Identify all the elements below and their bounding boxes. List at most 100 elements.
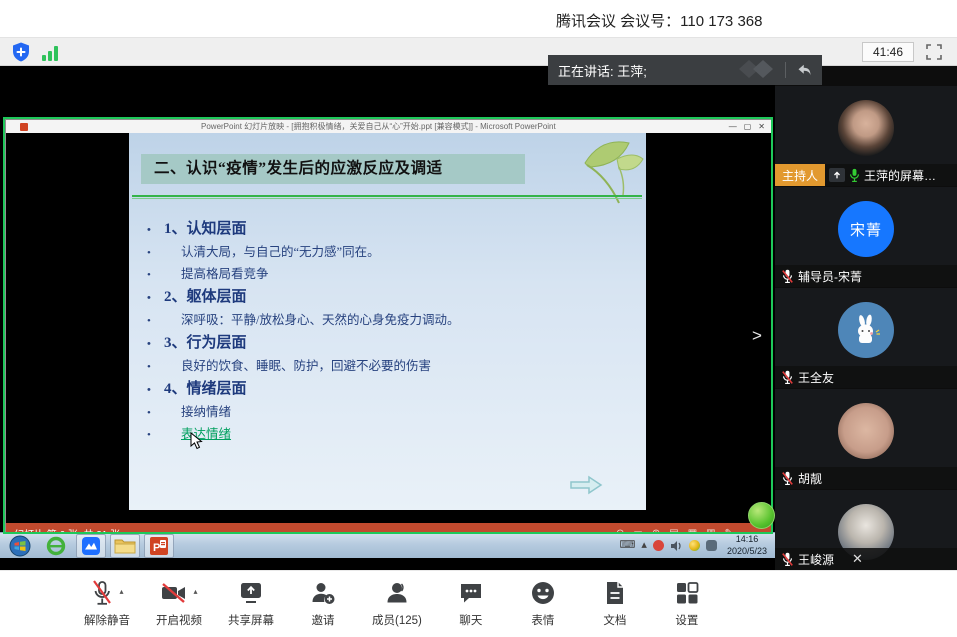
camera-muted-icon <box>160 579 188 607</box>
next-arrow-shape <box>569 475 603 500</box>
meeting-taskbar-icon[interactable] <box>76 534 106 558</box>
mic-muted-icon <box>90 579 114 607</box>
smiley-icon <box>529 579 557 607</box>
chat-button[interactable]: 聊天 <box>448 579 494 628</box>
slide-bullet: 4、情绪层面 <box>147 377 627 401</box>
settings-button[interactable]: 设置 <box>664 579 710 628</box>
participant-tile[interactable]: 宋菁 辅导员-宋菁 <box>775 187 957 287</box>
meeting-title-bar: 腾讯会议 会议号：110 173 368 <box>0 0 957 38</box>
toast-divider <box>785 62 786 78</box>
ppt-window-controls: — ▢ ✕ <box>729 122 765 131</box>
tencent-meeting-window: 腾讯会议 会议号：110 173 368 41:46 正在讲话: 王萍; Pow… <box>0 0 957 637</box>
participant-label-bar: 胡靓 <box>775 467 957 489</box>
ppt-window-title: PowerPoint 幻灯片放映 - [拥抱积极情绪，关爱自己从“心”开始.pp… <box>28 121 729 132</box>
participant-label-bar: 主持人 王萍的屏幕… <box>775 164 957 186</box>
title-underline-light <box>132 198 642 199</box>
meeting-id-title: 腾讯会议 会议号：110 173 368 <box>556 10 762 31</box>
share-screen-button[interactable]: 共享屏幕 <box>228 579 274 628</box>
browser-taskbar-icon[interactable] <box>40 534 72 558</box>
participant-name: 辅导员-宋菁 <box>798 268 862 285</box>
mic-options-caret-icon[interactable]: ▴ <box>119 587 123 596</box>
meeting-timer: 41:46 <box>862 42 914 62</box>
members-button[interactable]: 成员(125) <box>372 579 422 628</box>
windows-taskbar: P ⌨ ▴ 14:16 2020/5/23 <box>0 532 775 558</box>
mic-muted-icon <box>781 370 794 385</box>
close-icon[interactable]: ✕ <box>852 551 863 567</box>
settings-grid-icon <box>673 579 701 607</box>
floating-assistant-ball[interactable] <box>748 502 775 529</box>
participant-label-bar: 王峻源 ✕ <box>775 548 957 570</box>
participant-tile-host[interactable]: 主持人 王萍的屏幕… <box>775 86 957 186</box>
slide-bullet-list: 1、认知层面 认清大局，与自己的“无力感”同在。 提高格局看竞争 2、躯体层面 … <box>147 217 627 445</box>
ppt-slideshow-body: 二、认识“疫情”发生后的应激反应及调适 1、认知层面 认清大局，与自己的“无力感… <box>6 133 771 510</box>
invite-person-icon <box>309 579 337 607</box>
avatar <box>838 403 894 459</box>
video-options-caret-icon[interactable]: ▴ <box>193 587 197 596</box>
document-icon <box>601 579 629 607</box>
security-ball-tray-icon[interactable] <box>689 540 700 551</box>
svg-text:P: P <box>153 542 160 554</box>
title-underline <box>132 195 642 197</box>
antivirus-tray-icon[interactable] <box>653 540 664 551</box>
ppt-close-icon[interactable]: ✕ <box>758 122 765 131</box>
participant-tile[interactable]: 王全友 <box>775 288 957 388</box>
mic-muted-icon <box>781 269 794 284</box>
participant-tile[interactable]: 胡靓 <box>775 389 957 489</box>
system-tray: ⌨ ▴ 14:16 2020/5/23 <box>620 534 775 557</box>
mic-muted-icon <box>781 471 794 486</box>
slide-bullet: 深呼吸：平静/放松身心、天然的心身免疫力调动。 <box>147 309 627 331</box>
mouse-cursor <box>189 432 203 455</box>
explorer-taskbar-icon[interactable] <box>110 534 140 558</box>
slide-bullet: 表达情绪 <box>147 423 627 445</box>
slide-bullet: 认清大局，与自己的“无力感”同在。 <box>147 241 627 263</box>
invite-button[interactable]: 邀请 <box>300 579 346 628</box>
security-shield-icon[interactable] <box>10 41 32 63</box>
participant-tile[interactable]: 王峻源 ✕ <box>775 490 957 570</box>
mic-on-icon <box>849 168 860 183</box>
ppt-maximize-icon[interactable]: ▢ <box>744 122 752 131</box>
host-badge: 主持人 <box>775 164 825 186</box>
network-signal-icon[interactable] <box>42 43 62 61</box>
slide-bullet: 3、行为层面 <box>147 331 627 355</box>
participant-video-panel: 主持人 王萍的屏幕… 宋菁 辅导员-宋菁 <box>775 66 957 570</box>
chat-bubble-icon <box>457 579 485 607</box>
volume-tray-icon[interactable] <box>670 540 683 552</box>
participant-label-bar: 辅导员-宋菁 <box>775 265 957 287</box>
keyboard-tray-icon[interactable]: ⌨ <box>620 540 636 551</box>
now-speaking-toast: 正在讲话: 王萍; <box>548 55 822 85</box>
participant-name: 王峻源 <box>798 551 834 568</box>
mic-muted-icon <box>781 552 794 567</box>
avatar: 宋菁 <box>838 201 894 257</box>
slide-bullet: 良好的饮食、睡眠、防护，回避不必要的伤害 <box>147 355 627 377</box>
ppt-minimize-icon[interactable]: — <box>729 122 737 131</box>
powerpoint-window: PowerPoint 幻灯片放映 - [拥抱积极情绪，关爱自己从“心”开始.pp… <box>5 119 772 532</box>
taskbar-clock: 14:16 2020/5/23 <box>723 534 771 557</box>
slide-canvas: 二、认识“疫情”发生后的应激反应及调适 1、认知层面 认清大局，与自己的“无力感… <box>129 133 646 510</box>
ppt-app-icon <box>20 123 28 131</box>
slide-bullet: 2、躯体层面 <box>147 285 627 309</box>
unmute-button[interactable]: ▴ 解除静音 <box>84 579 130 628</box>
fullscreen-icon[interactable] <box>925 43 943 61</box>
misc-tray-icon[interactable] <box>706 540 717 551</box>
jump-back-arrow-icon[interactable] <box>794 61 812 79</box>
meeting-control-bar: ▴ 解除静音 ▴ 开启视频 共享屏幕 <box>0 570 957 637</box>
member-person-icon <box>383 579 411 607</box>
slide-bullet: 接纳情绪 <box>147 401 627 423</box>
avatar <box>838 302 894 358</box>
screen-share-icon <box>829 168 845 182</box>
participant-label-bar: 王全友 <box>775 366 957 388</box>
meeting-logo-icon <box>737 58 777 83</box>
ppt-title-bar[interactable]: PowerPoint 幻灯片放映 - [拥抱积极情绪，关爱自己从“心”开始.pp… <box>6 120 771 133</box>
tray-expand-icon[interactable]: ▴ <box>641 540 647 551</box>
slide-title: 二、认识“疫情”发生后的应激反应及调适 <box>141 154 525 184</box>
participant-name: 胡靓 <box>798 470 822 487</box>
start-button[interactable] <box>4 534 36 558</box>
docs-button[interactable]: 文档 <box>592 579 638 628</box>
powerpoint-taskbar-icon[interactable]: P <box>144 534 174 558</box>
slide-bullet: 提高格局看竞争 <box>147 263 627 285</box>
avatar <box>838 100 894 156</box>
chevron-right-icon[interactable]: > <box>752 326 762 346</box>
start-video-button[interactable]: ▴ 开启视频 <box>156 579 202 628</box>
emoji-button[interactable]: 表情 <box>520 579 566 628</box>
now-speaking-text: 正在讲话: 王萍; <box>558 61 737 80</box>
